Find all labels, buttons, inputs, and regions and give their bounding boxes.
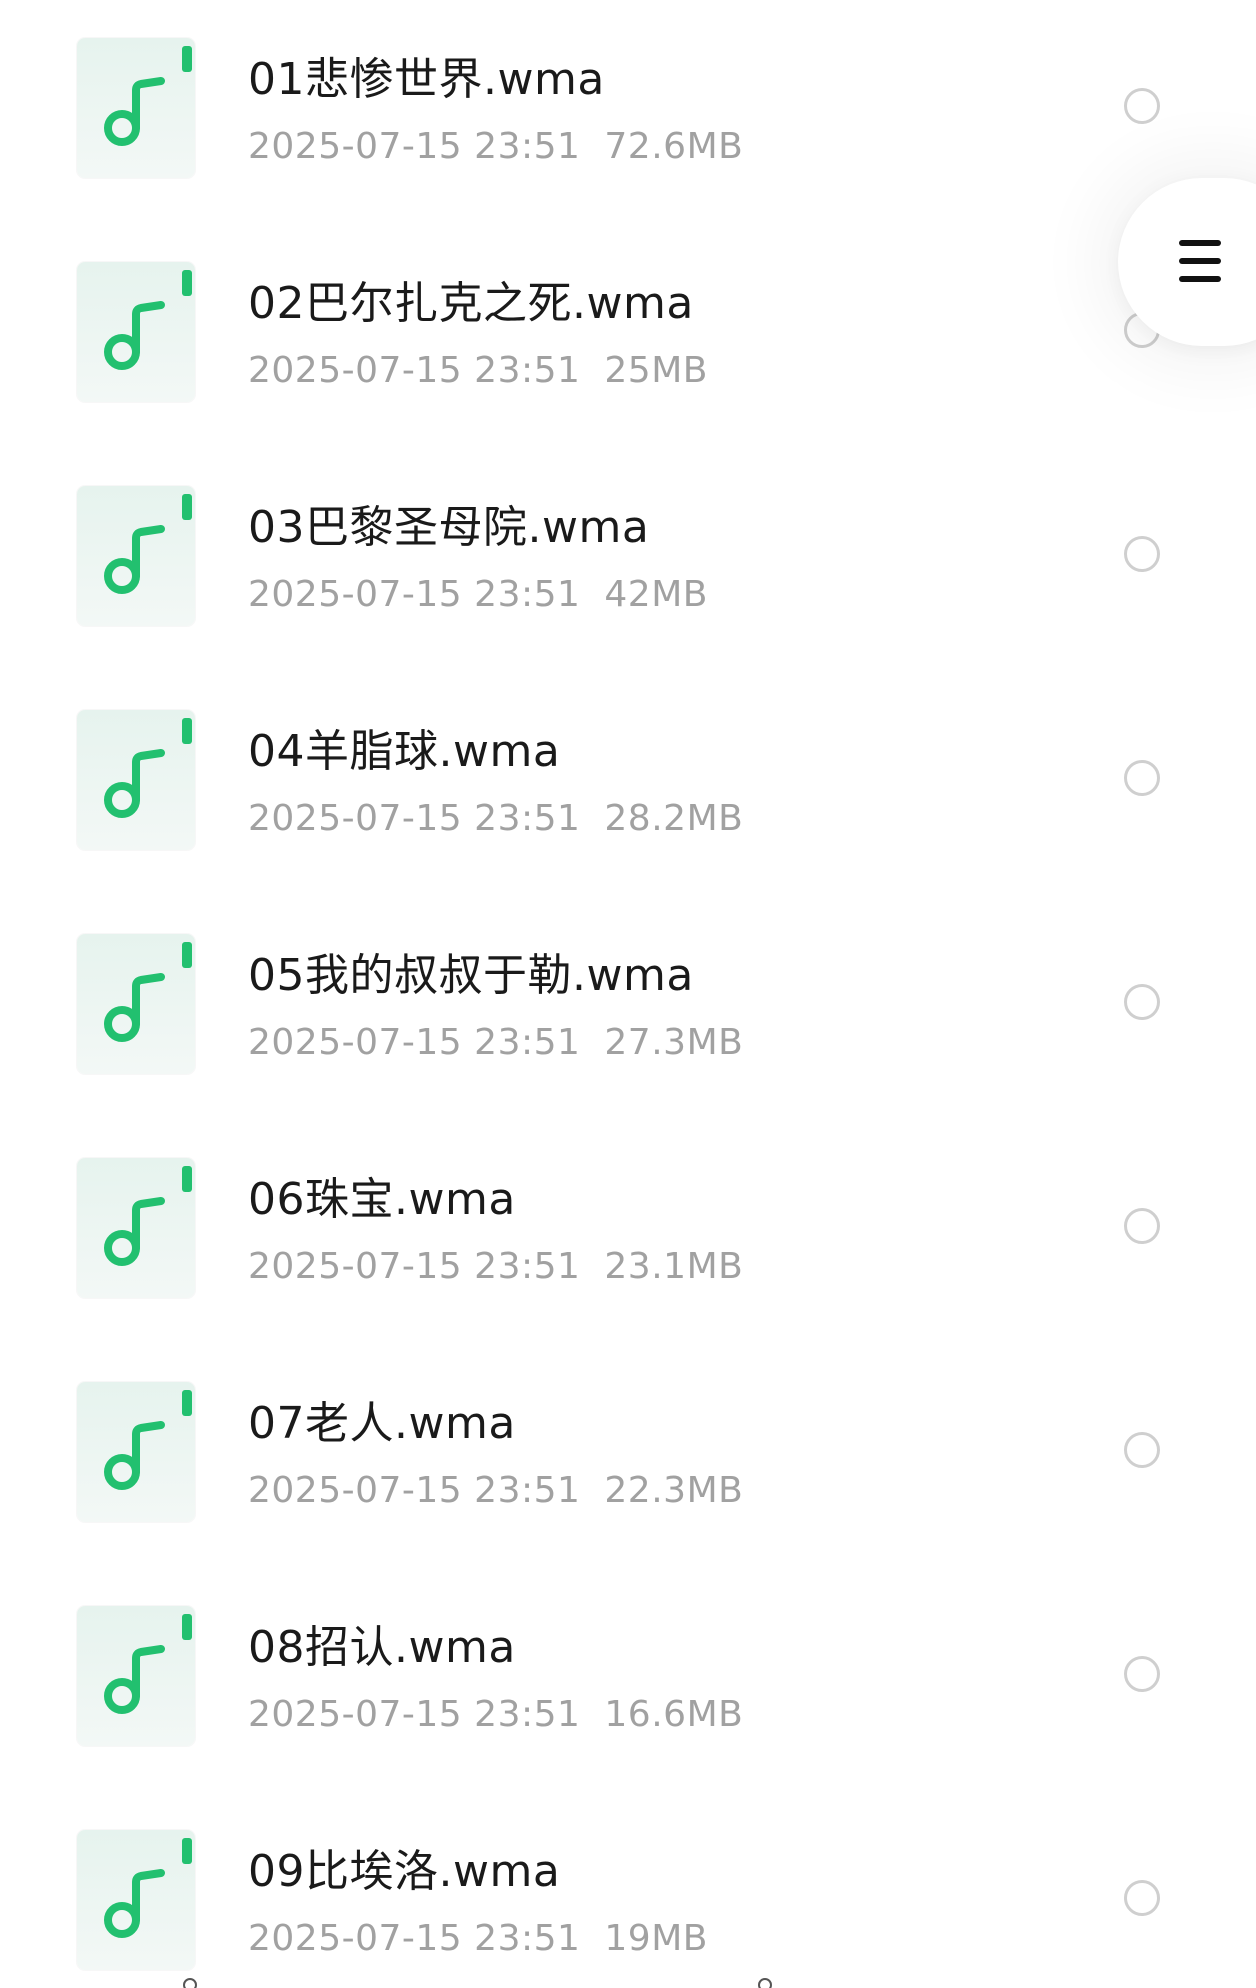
file-row[interactable]: 01悲惨世界.wma 2025-07-15 23:51 72.6MB [0, 38, 1256, 198]
select-radio[interactable] [1124, 1880, 1160, 1916]
file-size: 23.1MB [604, 1246, 744, 1287]
file-meta: 2025-07-15 23:51 27.3MB [248, 1020, 743, 1066]
select-radio[interactable] [1124, 1208, 1160, 1244]
select-radio[interactable] [1124, 1432, 1160, 1468]
file-date: 2025-07-15 23:51 [248, 350, 581, 391]
file-name: 02巴尔扎克之死.wma [248, 278, 694, 329]
file-date: 2025-07-15 23:51 [248, 798, 581, 839]
music-file-icon [77, 1606, 195, 1746]
select-radio[interactable] [1124, 984, 1160, 1020]
music-file-icon [77, 934, 195, 1074]
file-row[interactable]: 05我的叔叔于勒.wma 2025-07-15 23:51 27.3MB [0, 934, 1256, 1094]
file-meta: 2025-07-15 23:51 42MB [248, 572, 708, 618]
file-date: 2025-07-15 23:51 [248, 1918, 581, 1959]
file-name: 07老人.wma [248, 1398, 516, 1449]
select-radio[interactable] [1124, 88, 1160, 124]
file-name: 04羊脂球.wma [248, 726, 561, 777]
file-meta: 2025-07-15 23:51 28.2MB [248, 796, 743, 842]
file-row[interactable]: 09比埃洛.wma 2025-07-15 23:51 19MB [0, 1830, 1256, 1988]
file-row[interactable]: 03巴黎圣母院.wma 2025-07-15 23:51 42MB [0, 486, 1256, 646]
file-size: 16.6MB [604, 1694, 744, 1735]
file-size: 72.6MB [604, 126, 744, 167]
music-file-icon [77, 1382, 195, 1522]
file-size: 28.2MB [604, 798, 744, 839]
music-file-icon [77, 38, 195, 178]
file-date: 2025-07-15 23:51 [248, 1022, 581, 1063]
file-date: 2025-07-15 23:51 [248, 126, 581, 167]
file-date: 2025-07-15 23:51 [248, 574, 581, 615]
file-row[interactable]: 08招认.wma 2025-07-15 23:51 16.6MB [0, 1606, 1256, 1766]
file-name: 08招认.wma [248, 1622, 516, 1673]
file-row[interactable]: 02巴尔扎克之死.wma 2025-07-15 23:51 25MB [0, 262, 1256, 422]
file-meta: 2025-07-15 23:51 25MB [248, 348, 708, 394]
file-row[interactable]: 06珠宝.wma 2025-07-15 23:51 23.1MB [0, 1158, 1256, 1318]
file-name: 09比埃洛.wma [248, 1846, 561, 1897]
file-size: 27.3MB [604, 1022, 744, 1063]
file-date: 2025-07-15 23:51 [248, 1694, 581, 1735]
file-name: 03巴黎圣母院.wma [248, 502, 650, 553]
select-radio[interactable] [1124, 760, 1160, 796]
file-browser-page: 01悲惨世界.wma 2025-07-15 23:51 72.6MB 02巴尔扎克之死… [0, 0, 1256, 1988]
file-name: 06珠宝.wma [248, 1174, 516, 1225]
file-meta: 2025-07-15 23:51 16.6MB [248, 1692, 743, 1738]
menu-icon [1179, 240, 1221, 282]
music-file-icon [77, 1830, 195, 1970]
music-file-icon [77, 710, 195, 850]
file-size: 22.3MB [604, 1470, 744, 1511]
file-row[interactable]: 04羊脂球.wma 2025-07-15 23:51 28.2MB [0, 710, 1256, 870]
file-meta: 2025-07-15 23:51 19MB [248, 1916, 708, 1962]
file-size: 25MB [604, 350, 708, 391]
music-file-icon [77, 262, 195, 402]
file-row[interactable]: 07老人.wma 2025-07-15 23:51 22.3MB [0, 1382, 1256, 1542]
file-size: 19MB [604, 1918, 708, 1959]
file-meta: 2025-07-15 23:51 23.1MB [248, 1244, 743, 1290]
music-file-icon [77, 486, 195, 626]
select-radio[interactable] [1124, 1656, 1160, 1692]
file-name: 05我的叔叔于勒.wma [248, 950, 694, 1001]
file-meta: 2025-07-15 23:51 22.3MB [248, 1468, 743, 1514]
file-name: 01悲惨世界.wma [248, 54, 605, 105]
nav-indicator-dot [758, 1978, 772, 1988]
music-file-icon [77, 1158, 195, 1298]
file-date: 2025-07-15 23:51 [248, 1470, 581, 1511]
select-radio[interactable] [1124, 536, 1160, 572]
file-size: 42MB [604, 574, 708, 615]
file-meta: 2025-07-15 23:51 72.6MB [248, 124, 743, 170]
file-date: 2025-07-15 23:51 [248, 1246, 581, 1287]
nav-indicator-dot [183, 1978, 197, 1988]
